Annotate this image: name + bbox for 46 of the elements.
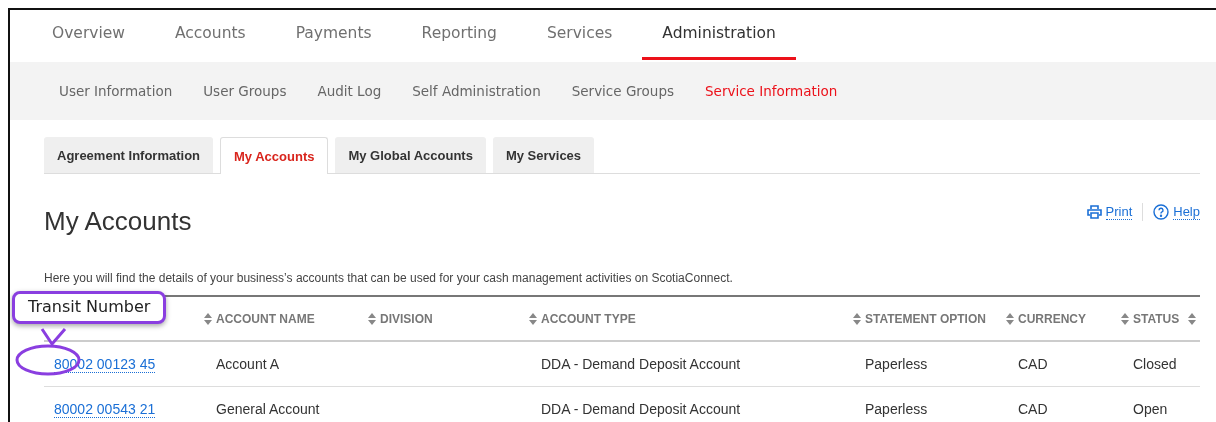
table-cell-text: DDA - Demand Deposit Account bbox=[541, 401, 742, 417]
table-cell-text: Paperless bbox=[865, 356, 929, 372]
sort-icon[interactable] bbox=[1188, 312, 1196, 325]
tab[interactable]: Agreement Information bbox=[44, 137, 213, 173]
table-cell-text: General Account bbox=[216, 401, 321, 417]
main-nav-item[interactable]: Services bbox=[526, 10, 633, 60]
sort-icon[interactable] bbox=[853, 312, 861, 325]
column-header: STATEMENT OPTION bbox=[865, 311, 986, 326]
table-cell-text: CAD bbox=[1018, 356, 1049, 372]
print-link[interactable]: Print bbox=[1086, 204, 1133, 220]
table-cell-text: Paperless bbox=[865, 401, 929, 417]
help-icon bbox=[1153, 204, 1170, 220]
sort-icon[interactable] bbox=[1121, 312, 1129, 325]
page-title: My Accounts bbox=[44, 206, 192, 237]
column-header: DIVISION bbox=[380, 311, 433, 326]
sort-icon[interactable] bbox=[529, 312, 537, 325]
sub-nav-item[interactable]: Audit Log bbox=[317, 83, 382, 99]
main-nav-item[interactable]: Reporting bbox=[401, 10, 517, 60]
column-header: ACCOUNT NAME bbox=[216, 311, 315, 326]
sort-icon[interactable] bbox=[368, 312, 376, 325]
help-link[interactable]: Help bbox=[1153, 204, 1200, 220]
column-header: ACCOUNT TYPE bbox=[541, 311, 636, 326]
table-cell-text: Open bbox=[1133, 401, 1169, 417]
tab[interactable]: My Services bbox=[492, 137, 595, 173]
sub-nav-item[interactable]: User Information bbox=[59, 83, 173, 99]
description-text: Here you will find the details of your business’s accounts that can be used for your cash management activities on ScotiaConnect. bbox=[44, 271, 734, 285]
column-header: STATUS bbox=[1133, 311, 1180, 326]
account-number-link[interactable]: 80002 00543 21 bbox=[54, 400, 156, 418]
sort-icon[interactable] bbox=[204, 312, 212, 325]
sub-nav-item[interactable]: User Groups bbox=[203, 83, 287, 99]
tab[interactable]: My Global Accounts bbox=[335, 137, 486, 173]
sub-nav-item[interactable]: Self Administration bbox=[412, 83, 541, 99]
callout-label: Transit Number bbox=[12, 291, 167, 324]
sub-nav-item[interactable]: Service Information bbox=[705, 83, 838, 99]
table-cell-text: Closed bbox=[1133, 356, 1178, 372]
table-cell-text: CAD bbox=[1018, 401, 1049, 417]
tab[interactable]: My Accounts bbox=[220, 137, 329, 174]
table-cell-text: Account A bbox=[216, 356, 281, 372]
sort-icon[interactable] bbox=[1006, 312, 1014, 325]
sub-nav-item[interactable]: Service Groups bbox=[571, 83, 675, 99]
column-header: CURRENCY bbox=[1018, 311, 1086, 326]
main-nav-item[interactable]: Accounts bbox=[155, 10, 266, 60]
table-cell-text: DDA - Demand Deposit Account bbox=[541, 356, 742, 372]
printer-icon bbox=[1086, 205, 1102, 219]
main-nav-item[interactable]: Payments bbox=[275, 10, 392, 60]
main-nav-item[interactable]: Overview bbox=[32, 10, 145, 60]
